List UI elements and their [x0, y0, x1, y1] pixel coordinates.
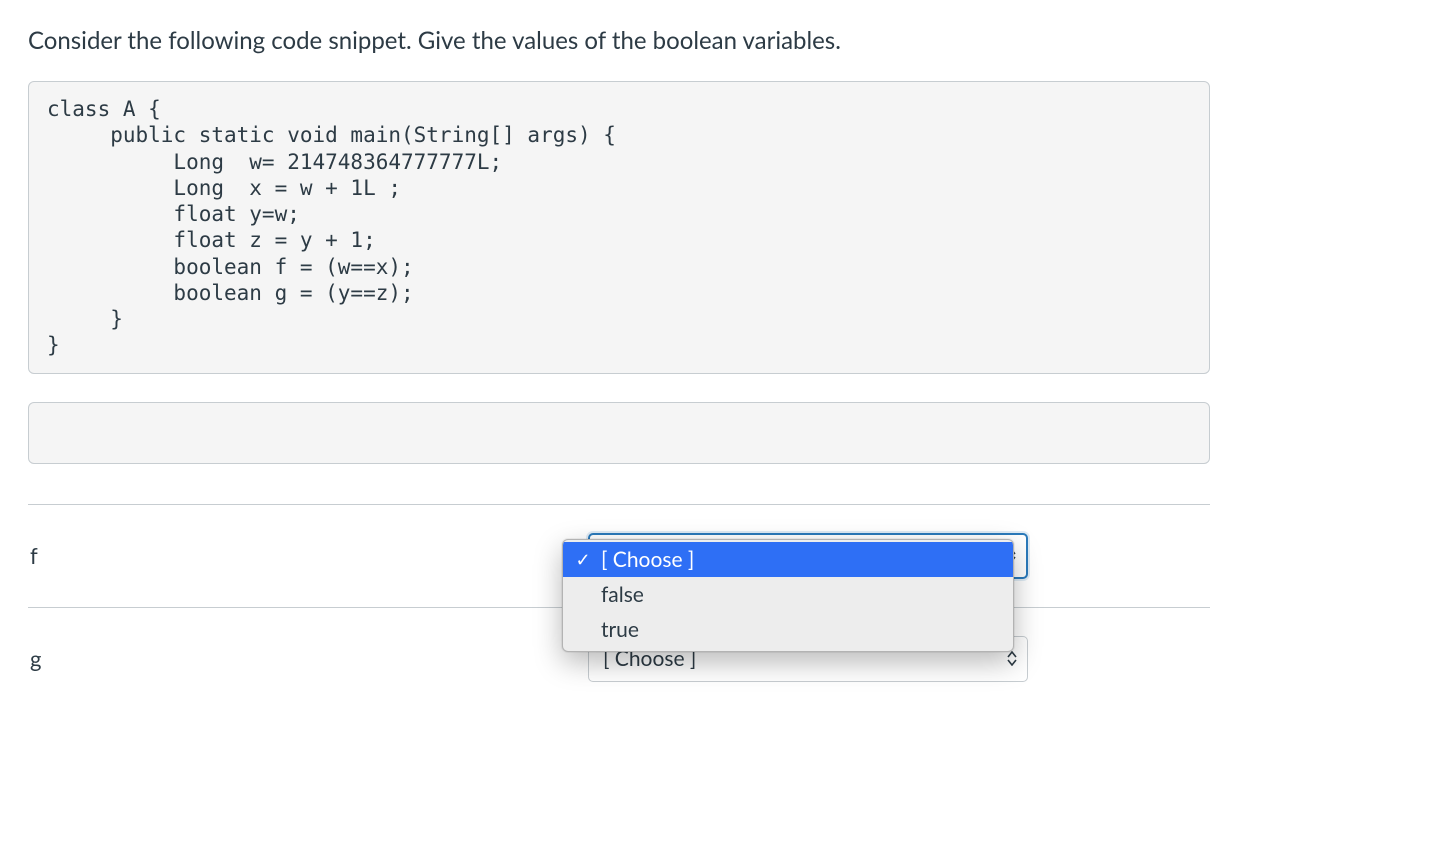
dropdown-f-option-choose[interactable]: ✓ [ Choose ] [563, 542, 1013, 577]
dropdown-f: ✓ [ Choose ] ✓ false ✓ true [562, 539, 1014, 652]
question-prompt: Consider the following code snippet. Giv… [28, 26, 1410, 55]
dropdown-f-option-2-label: true [601, 617, 639, 642]
select-wrap-f: [ Choose ] ✓ [ Choose ] ✓ false [588, 533, 1210, 579]
empty-block [28, 402, 1210, 464]
dropdown-f-option-1-label: false [601, 582, 644, 607]
dropdown-f-option-true[interactable]: ✓ true [563, 612, 1013, 647]
answers-section: f [ Choose ] ✓ [ Choose ] ✓ [28, 504, 1210, 710]
answer-row-f: f [ Choose ] ✓ [ Choose ] ✓ [28, 504, 1210, 607]
answer-label-f: f [28, 542, 588, 569]
answer-label-g: g [28, 645, 588, 672]
dropdown-f-option-false[interactable]: ✓ false [563, 577, 1013, 612]
code-snippet: class A { public static void main(String… [28, 81, 1210, 374]
dropdown-f-option-0-label: [ Choose ] [601, 547, 694, 572]
check-icon: ✓ [573, 548, 593, 571]
stepper-icon [1007, 651, 1017, 666]
